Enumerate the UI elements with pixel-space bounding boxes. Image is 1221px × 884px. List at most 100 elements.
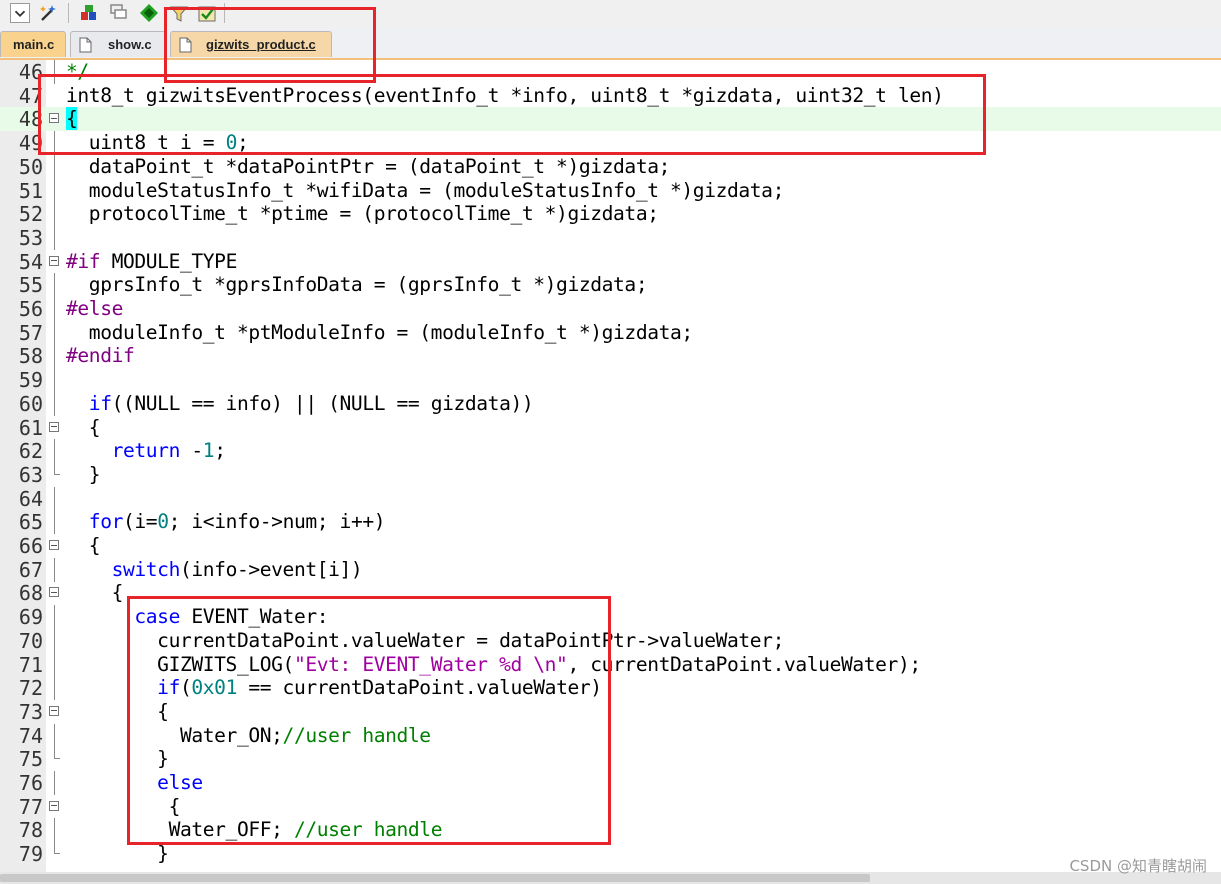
fold-end-marker — [54, 473, 60, 475]
annotation-box-tab — [164, 7, 376, 83]
fold-guide — [54, 297, 55, 321]
code-line[interactable]: 50 dataPoint_t *dataPointPtr = (dataPoin… — [0, 154, 1221, 179]
fold-guide — [54, 391, 55, 416]
line-number: 55 — [18, 273, 43, 298]
line-number: 48 — [18, 107, 43, 132]
fold-guide — [54, 439, 55, 464]
code-line[interactable]: 57 moduleInfo_t *ptModuleInfo = (moduleI… — [0, 320, 1221, 345]
line-number: 67 — [18, 557, 43, 582]
line-number: 69 — [18, 605, 43, 630]
line-number: 65 — [18, 510, 43, 535]
fold-toggle-icon[interactable] — [49, 705, 59, 716]
download-icon[interactable] — [78, 2, 100, 24]
code-text[interactable]: { — [66, 581, 124, 605]
code-text[interactable]: moduleStatusInfo_t *wifiData = (moduleSt… — [66, 179, 785, 203]
fold-guide — [54, 202, 55, 227]
code-line[interactable]: 64 — [0, 486, 1221, 511]
fold-guide — [54, 320, 55, 345]
code-text[interactable]: moduleInfo_t *ptModuleInfo = (moduleInfo… — [66, 321, 693, 345]
code-text[interactable]: #endif — [66, 344, 135, 368]
code-text[interactable]: #if MODULE_TYPE — [66, 250, 237, 274]
dropdown-icon[interactable] — [10, 3, 30, 23]
code-line[interactable]: 55 gprsInfo_t *gprsInfoData = (gprsInfo_… — [0, 273, 1221, 298]
code-text[interactable]: if((NULL == info) || (NULL == gizdata)) — [66, 392, 534, 416]
scrollbar-thumb[interactable] — [0, 874, 870, 882]
fold-guide — [54, 771, 55, 795]
watermark: CSDN @知青瞎胡闹 — [1069, 857, 1207, 875]
line-number: 76 — [18, 771, 43, 795]
wizard-icon[interactable] — [38, 2, 60, 24]
line-number: 72 — [18, 676, 43, 701]
code-line[interactable]: 52 protocolTime_t *ptime = (protocolTime… — [0, 202, 1221, 227]
line-number: 49 — [18, 131, 43, 156]
code-line[interactable]: 60 if((NULL == info) || (NULL == gizdata… — [0, 391, 1221, 416]
layers-icon[interactable] — [108, 2, 130, 24]
toolbar-separator — [68, 3, 69, 23]
code-line[interactable]: 62 return -1; — [0, 439, 1221, 464]
line-number: 73 — [18, 699, 43, 724]
line-number: 71 — [18, 652, 43, 677]
tab-label: main.c — [13, 37, 55, 52]
code-line[interactable]: 51 moduleStatusInfo_t *wifiData = (modul… — [0, 178, 1221, 203]
fold-guide — [54, 676, 55, 701]
fold-end-marker — [54, 853, 60, 855]
line-number: 61 — [18, 415, 43, 440]
fold-guide — [54, 818, 55, 843]
code-line[interactable]: 61 { — [0, 416, 1221, 440]
annotation-box-function — [38, 74, 986, 155]
fold-toggle-icon[interactable] — [49, 255, 59, 266]
code-line[interactable]: 58 #endif — [0, 344, 1221, 369]
code-line[interactable]: 67 switch(info->event[i]) — [0, 557, 1221, 582]
code-line[interactable]: 59 — [0, 368, 1221, 393]
code-line[interactable]: 65 for(i=0; i<info->num; i++) — [0, 510, 1221, 535]
code-line[interactable]: 66 { — [0, 534, 1221, 558]
fold-guide — [54, 225, 55, 250]
line-number: 59 — [18, 368, 43, 393]
fold-toggle-icon[interactable] — [49, 421, 59, 432]
tab-show-c[interactable]: show.c — [70, 31, 166, 57]
code-line[interactable]: 54 #if MODULE_TYPE — [0, 250, 1221, 274]
fold-toggle-icon[interactable] — [49, 587, 59, 598]
code-text[interactable]: return -1; — [66, 439, 226, 463]
code-text[interactable]: for(i=0; i<info->num; i++) — [66, 510, 386, 534]
fold-guide — [54, 368, 55, 393]
code-line[interactable]: 53 — [0, 225, 1221, 250]
fold-toggle-icon[interactable] — [49, 540, 59, 550]
fold-guide — [54, 273, 55, 298]
line-number: 64 — [18, 486, 43, 511]
fold-toggle-icon[interactable] — [49, 800, 59, 811]
tab-label: show.c — [108, 37, 152, 52]
code-line[interactable]: 56 #else — [0, 297, 1221, 321]
line-number: 54 — [18, 249, 43, 274]
code-text[interactable]: switch(info->event[i]) — [66, 558, 363, 582]
line-number: 60 — [18, 391, 43, 416]
line-number: 79 — [18, 842, 43, 867]
code-text[interactable]: protocolTime_t *ptime = (protocolTime_t … — [66, 202, 659, 226]
code-line[interactable]: 79 } — [0, 842, 1221, 866]
line-number: 66 — [18, 534, 43, 558]
fold-guide — [54, 178, 55, 203]
line-number: 75 — [18, 747, 43, 772]
line-number: 58 — [18, 344, 43, 369]
code-line[interactable]: 63 } — [0, 462, 1221, 487]
code-text[interactable]: gprsInfo_t *gprsInfoData = (gprsInfo_t *… — [66, 273, 648, 297]
annotation-box-case — [127, 596, 611, 845]
line-number: 57 — [18, 320, 43, 345]
fold-guide — [54, 652, 55, 677]
code-text[interactable]: dataPoint_t *dataPointPtr = (dataPoint_t… — [66, 155, 671, 179]
code-text[interactable]: { — [66, 534, 101, 558]
diamond-icon[interactable] — [138, 2, 160, 24]
fold-guide — [54, 344, 55, 369]
line-number: 68 — [18, 581, 43, 606]
code-text[interactable]: } — [66, 463, 101, 487]
line-number: 52 — [18, 202, 43, 227]
code-text[interactable]: { — [66, 416, 101, 440]
code-text[interactable]: #else — [66, 297, 123, 321]
line-number: 46 — [18, 60, 43, 84]
line-number: 78 — [18, 818, 43, 843]
line-number: 63 — [18, 462, 43, 487]
tab-main-c[interactable]: main.c — [0, 31, 66, 57]
line-number: 53 — [18, 225, 43, 250]
fold-end-marker — [54, 758, 60, 760]
code-text[interactable]: } — [66, 842, 169, 866]
